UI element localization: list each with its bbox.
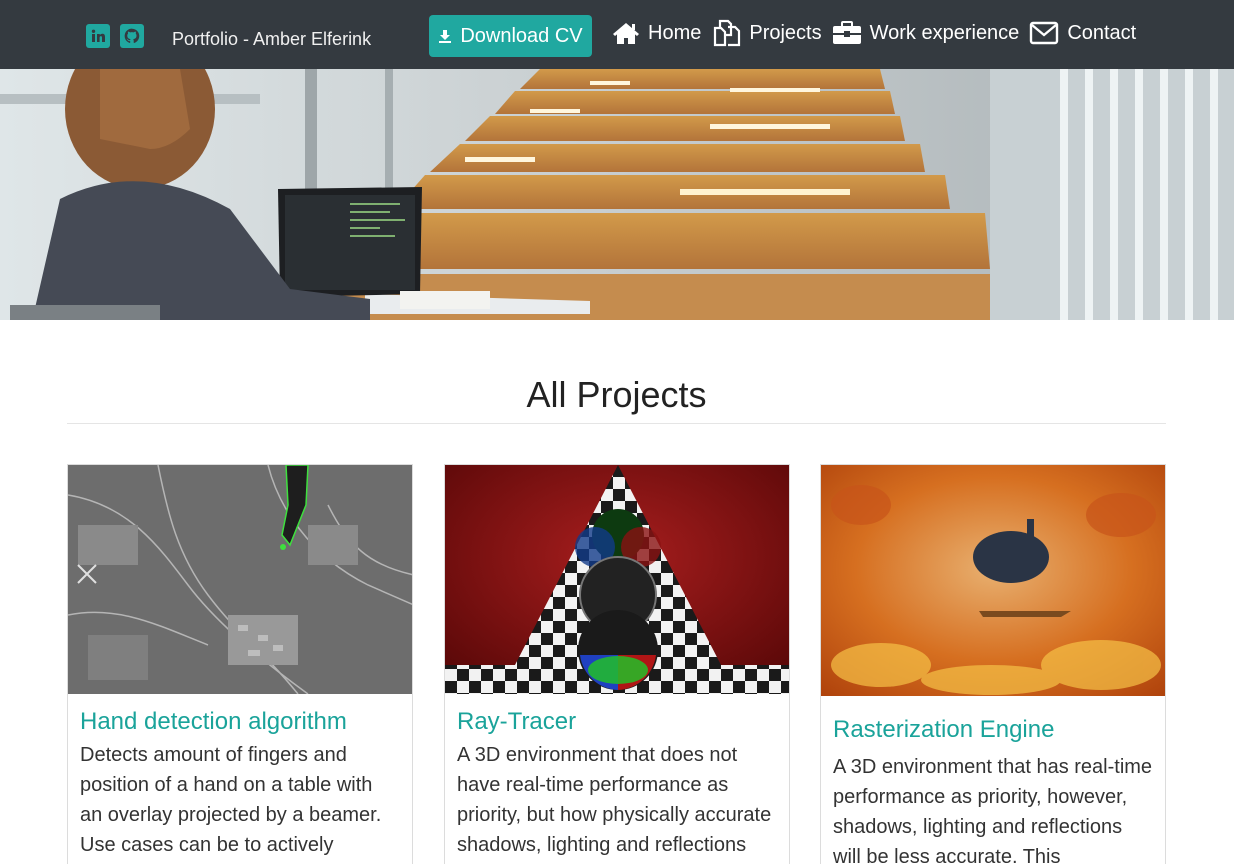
- envelope-icon: [1030, 21, 1059, 45]
- linkedin-icon[interactable]: [86, 24, 110, 48]
- nav-home[interactable]: Home: [612, 21, 701, 45]
- github-icon[interactable]: [120, 24, 144, 48]
- briefcase-icon: [832, 21, 861, 44]
- hand-detection-description: Detects amount of fingers and position o…: [80, 744, 382, 856]
- nav-work-experience[interactable]: Work experience: [832, 20, 1020, 46]
- ray-tracer-title[interactable]: Ray-Tracer: [457, 708, 777, 736]
- nav-projects[interactable]: Projects: [711, 19, 822, 47]
- navbar: Portfolio - Amber Elferink Download CV H…: [0, 0, 1234, 69]
- ray-tracer-thumbnail[interactable]: [445, 465, 789, 694]
- hand-detection-thumbnail[interactable]: [68, 465, 412, 694]
- ray-tracer-description: A 3D environment that does not have real…: [457, 744, 772, 856]
- rasterization-title[interactable]: Rasterization Engine: [833, 716, 1153, 744]
- brand-link[interactable]: Portfolio - Amber Elferink: [172, 29, 371, 50]
- page-title: All Projects: [526, 374, 707, 415]
- project-card-hand-detection[interactable]: Hand detection algorithm Detects amount …: [67, 464, 413, 864]
- project-card-rasterization-engine[interactable]: Rasterization Engine A 3D environment th…: [820, 464, 1166, 864]
- rasterization-description: A 3D environment that has real-time perf…: [833, 756, 1153, 864]
- nav-contact-label: Contact: [1067, 21, 1137, 44]
- hand-detection-title[interactable]: Hand detection algorithm: [80, 708, 400, 736]
- nav-work-label: Work experience: [869, 21, 1020, 44]
- nav-projects-label: Projects: [749, 21, 822, 44]
- projects-icon: [714, 19, 741, 47]
- download-cv-button[interactable]: Download CV: [429, 15, 592, 57]
- title-divider: [67, 423, 1166, 424]
- download-icon: [439, 30, 452, 43]
- social-links: [86, 24, 144, 48]
- nav-contact[interactable]: Contact: [1029, 21, 1136, 45]
- rasterization-thumbnail[interactable]: [821, 465, 1165, 696]
- project-card-ray-tracer[interactable]: Ray-Tracer A 3D environment that does no…: [444, 464, 790, 864]
- hero-image: [0, 69, 1234, 320]
- download-cv-label: Download CV: [460, 24, 583, 47]
- nav-home-label: Home: [648, 21, 702, 44]
- home-icon: [613, 23, 639, 44]
- nav-links: Home Projects Work experience Contact: [612, 19, 1146, 47]
